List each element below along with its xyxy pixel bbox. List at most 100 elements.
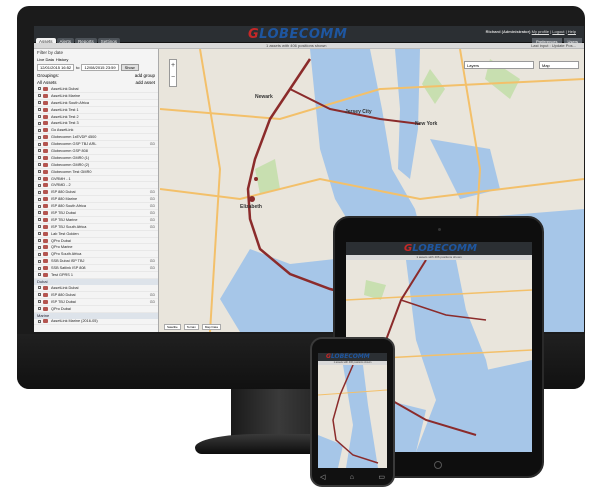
asset-list-item[interactable]: AssetLink Test 3 xyxy=(34,120,158,128)
checkbox-icon[interactable] xyxy=(38,101,41,105)
asset-list-item[interactable]: ISP TBJ Dubai GD xyxy=(34,210,158,217)
asset-list-item[interactable]: QPro Dubai xyxy=(34,238,158,245)
map-footer-terrain[interactable]: Terrain xyxy=(183,324,199,330)
add-asset-link[interactable]: add asset xyxy=(135,80,155,85)
asset-list-item[interactable]: AssetLink Test 2 xyxy=(34,114,158,121)
checkbox-icon[interactable] xyxy=(38,232,41,236)
back-icon[interactable]: ◁ xyxy=(320,474,325,481)
checkbox-icon[interactable] xyxy=(38,273,41,277)
asset-list-item[interactable]: ISP TBJ South Africa GD xyxy=(34,224,158,231)
phone-map[interactable] xyxy=(318,365,387,468)
asset-list-item[interactable]: QPro South Africa xyxy=(34,251,158,259)
asset-list-item[interactable]: Globecomm 1xEVDP 4500 xyxy=(34,134,158,142)
asset-list-item[interactable]: SSB Satlink ISP 808 GD xyxy=(34,265,158,273)
vehicle-icon xyxy=(43,107,48,112)
my-profile-link[interactable]: My profile xyxy=(532,29,549,34)
asset-list-item[interactable]: AssetLink Marine (2016-05) xyxy=(34,319,158,326)
date-to-input[interactable]: 12/08/2015 23:59 xyxy=(81,64,119,71)
checkbox-icon[interactable] xyxy=(38,183,41,187)
asset-list-item[interactable]: Globecomm GMR0 (1) xyxy=(34,155,158,162)
date-range-row: 12/01/2015 16:52 to 12/08/2015 23:59 Sho… xyxy=(34,63,158,72)
asset-list-item[interactable]: SSB Dubai ISP TBJ GD xyxy=(34,258,158,266)
checkbox-icon[interactable] xyxy=(38,121,41,125)
history-toggle[interactable]: History xyxy=(56,57,68,62)
checkbox-icon[interactable] xyxy=(38,319,41,323)
asset-list-item[interactable]: AssetLink Dubai xyxy=(34,86,158,93)
live-data-toggle[interactable]: Live Data xyxy=(37,57,54,62)
checkbox-icon[interactable] xyxy=(38,307,41,311)
asset-list-item[interactable]: Test GPRS 1 xyxy=(34,272,158,279)
asset-list-item[interactable]: ISP TBJ Dubai GD xyxy=(34,299,158,306)
checkbox-icon[interactable] xyxy=(38,286,41,290)
asset-list-item[interactable]: ISP 880 Dubai GD xyxy=(34,189,158,197)
checkbox-icon[interactable] xyxy=(38,300,41,304)
checkbox-icon[interactable] xyxy=(38,225,41,229)
help-link[interactable]: Help xyxy=(568,29,576,34)
asset-list-item[interactable]: ISP 880 Marine GD xyxy=(34,196,158,204)
vehicle-icon xyxy=(43,93,48,98)
asset-list-item[interactable]: AssetLink Marine xyxy=(34,93,158,100)
tablet-home-button-icon[interactable] xyxy=(434,461,442,469)
checkbox-icon[interactable] xyxy=(38,197,41,201)
checkbox-icon[interactable] xyxy=(38,142,41,146)
asset-badge: GD xyxy=(149,299,155,304)
checkbox-icon[interactable] xyxy=(38,135,41,139)
all-assets-group[interactable]: All Assets xyxy=(37,80,57,85)
checkbox-icon[interactable] xyxy=(38,252,41,256)
asset-list-item[interactable]: Globecomm GSP TBJ ARL GD xyxy=(34,141,158,149)
checkbox-icon[interactable] xyxy=(38,190,41,194)
map-type-select[interactable]: Map xyxy=(539,61,579,69)
asset-name: GVRMD - 2 xyxy=(51,183,71,188)
home-icon[interactable]: ⌂ xyxy=(350,474,354,481)
checkbox-icon[interactable] xyxy=(38,218,41,222)
asset-list-item[interactable]: ISP 880 Dubai GD xyxy=(34,292,158,299)
checkbox-icon[interactable] xyxy=(38,156,41,160)
map-footer-satellite[interactable]: Satellite xyxy=(164,324,181,330)
checkbox-icon[interactable] xyxy=(38,177,41,181)
date-from-input[interactable]: 12/01/2015 16:52 xyxy=(37,64,75,71)
show-button[interactable]: Show xyxy=(120,64,139,71)
checkbox-icon[interactable] xyxy=(38,293,41,297)
asset-list-item[interactable]: Lab Test Golden xyxy=(34,231,158,238)
asset-list-item[interactable]: QPro Dubai xyxy=(34,306,158,313)
checkbox-icon[interactable] xyxy=(38,128,41,132)
asset-name: Go AssetLink xyxy=(51,128,74,133)
checkbox-icon[interactable] xyxy=(38,170,41,174)
asset-list-item[interactable]: GVRMD - 2 xyxy=(34,182,158,190)
checkbox-icon[interactable] xyxy=(38,94,41,98)
asset-list-item[interactable]: ISP TBJ Marine GD xyxy=(34,217,158,224)
asset-list-item[interactable]: QPro Marine xyxy=(34,244,158,252)
map-label-jersey-city: Jersey City xyxy=(345,109,372,115)
asset-list-item[interactable]: Go AssetLink xyxy=(34,127,158,135)
zoom-out-button[interactable]: − xyxy=(170,72,176,84)
checkbox-icon[interactable] xyxy=(38,108,41,112)
checkbox-icon[interactable] xyxy=(38,245,41,249)
map-layers-select[interactable]: Layers xyxy=(464,61,534,69)
checkbox-icon[interactable] xyxy=(38,259,41,263)
date-filter-row: Live Data History xyxy=(34,56,158,63)
logout-link[interactable]: Logout xyxy=(552,29,564,34)
checkbox-icon[interactable] xyxy=(38,211,41,215)
asset-list-item[interactable]: ISP 880 South Africa GD xyxy=(34,203,158,211)
checkbox-icon[interactable] xyxy=(38,204,41,208)
asset-list-item[interactable]: AssetLink Test 1 xyxy=(34,107,158,114)
checkbox-icon[interactable] xyxy=(38,149,41,153)
asset-list-item[interactable]: Globecomm GMR0 (2) xyxy=(34,162,158,169)
asset-list-item[interactable]: Globecomm Test GMR0 xyxy=(34,169,158,176)
zoom-in-button[interactable]: + xyxy=(170,60,176,72)
checkbox-icon[interactable] xyxy=(38,163,41,167)
checkbox-icon[interactable] xyxy=(38,115,41,118)
asset-list-item[interactable]: Globecomm GSP 808 xyxy=(34,148,158,155)
globecomm-logo[interactable]: GLOBECOMM xyxy=(248,27,347,42)
asset-list-item[interactable]: AssetLink South Africa xyxy=(34,100,158,107)
tablet-logo[interactable]: GLOBECOMM xyxy=(404,243,477,254)
checkbox-icon[interactable] xyxy=(38,239,41,243)
asset-badge: GD xyxy=(149,259,155,264)
add-group-link[interactable]: add group xyxy=(135,73,155,78)
asset-list-item[interactable]: GVRMH - 1 xyxy=(34,176,158,183)
phone-logo[interactable]: GLOBECOMM xyxy=(326,353,370,360)
checkbox-icon[interactable] xyxy=(38,266,41,270)
recent-apps-icon[interactable]: ▭ xyxy=(378,474,385,481)
asset-list-item[interactable]: AssetLink Dubai xyxy=(34,285,158,292)
checkbox-icon[interactable] xyxy=(38,87,41,91)
